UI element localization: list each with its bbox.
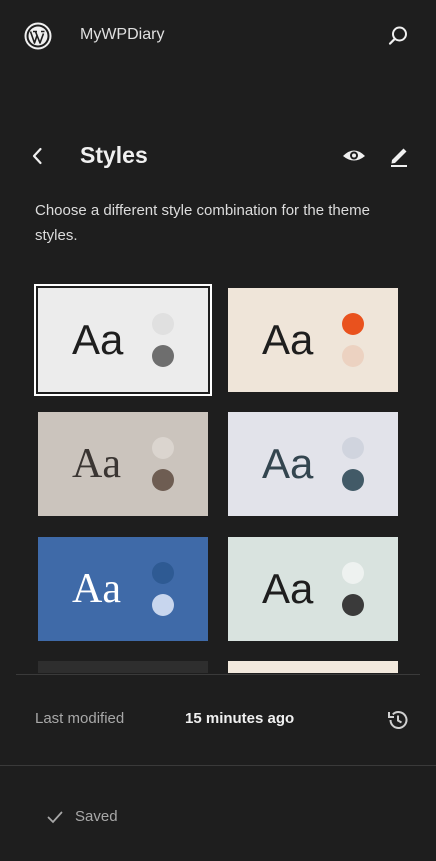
saved-label: Saved [75, 808, 118, 825]
check-icon [46, 808, 64, 826]
styles-header: Styles [0, 136, 436, 176]
page-title: Styles [80, 142, 148, 168]
site-topbar: MyWPDiary [0, 0, 436, 72]
color-swatch-secondary [342, 562, 364, 584]
history-icon[interactable] [386, 708, 410, 732]
typography-sample: Aa [72, 316, 124, 363]
color-swatch-primary [152, 345, 174, 367]
typography-sample: Aa [262, 565, 314, 612]
chevron-left-icon[interactable] [26, 144, 50, 168]
pencil-icon[interactable] [386, 142, 412, 168]
style-variation-3[interactable]: Aa [38, 412, 208, 516]
color-swatch-primary [152, 594, 174, 616]
site-name[interactable]: MyWPDiary [80, 26, 164, 44]
style-variation-6[interactable]: Aa [228, 537, 398, 641]
divider [0, 765, 436, 766]
style-variation-7[interactable]: Aa [38, 661, 208, 673]
style-variation-2[interactable]: Aa [228, 288, 398, 392]
color-swatch-secondary [152, 313, 174, 335]
style-description: Choose a different style combination for… [35, 202, 370, 244]
color-swatch-secondary [152, 562, 174, 584]
style-variations-grid: Aa Aa Aa Aa Aa Aa Aa Aa [0, 280, 436, 673]
style-variation-1[interactable]: Aa [34, 284, 212, 396]
divider [16, 674, 420, 675]
color-swatch-primary [342, 594, 364, 616]
style-variation-8[interactable]: Aa [228, 661, 398, 673]
search-icon[interactable] [384, 22, 412, 50]
color-swatch-secondary [152, 437, 174, 459]
color-swatch-primary [152, 469, 174, 491]
color-swatch-primary [342, 345, 364, 367]
typography-sample: Aa [72, 441, 121, 487]
style-variation-4[interactable]: Aa [228, 412, 398, 516]
wordpress-logo-icon[interactable] [24, 22, 52, 50]
color-swatch-secondary [342, 313, 364, 335]
style-variation-5[interactable]: Aa [38, 537, 208, 641]
last-modified-value: 15 minutes ago [185, 710, 295, 727]
typography-sample: Aa [262, 440, 314, 487]
eye-icon[interactable] [340, 144, 368, 168]
typography-sample: Aa [262, 316, 314, 363]
last-modified-label: Last modified [35, 710, 125, 727]
typography-sample: Aa [72, 566, 121, 612]
color-swatch-primary [342, 469, 364, 491]
color-swatch-secondary [342, 437, 364, 459]
